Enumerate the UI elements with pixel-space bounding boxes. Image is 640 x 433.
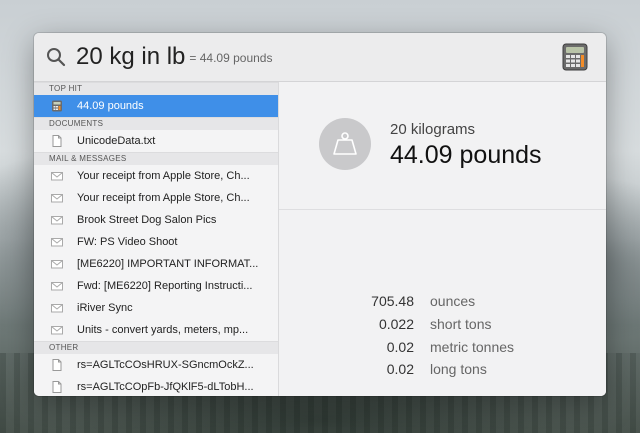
result-row-top-hit[interactable]: 44.09 pounds	[34, 95, 278, 117]
results-sidebar: TOP HIT 44.09 pounds DOCUMENTS UnicodeDa…	[34, 82, 279, 396]
result-row-mail[interactable]: Your receipt from Apple Store, Ch...	[34, 165, 278, 187]
result-row-label: Brook Street Dog Salon Pics	[77, 214, 217, 226]
envelope-icon	[51, 238, 63, 247]
result-row-mail[interactable]: FW: PS Video Shoot	[34, 231, 278, 253]
result-row-document[interactable]: UnicodeData.txt	[34, 130, 278, 152]
envelope-icon	[51, 260, 63, 269]
result-row-other[interactable]: rs=AGLTcCOpFb-JfQKlF5-dLTobH...	[34, 376, 278, 396]
document-icon	[52, 135, 62, 147]
envelope-icon	[51, 216, 63, 225]
preview-divider	[279, 209, 606, 210]
conversion-result: 44.09 pounds	[390, 141, 542, 169]
result-row-label: UnicodeData.txt	[77, 135, 156, 147]
section-header-top-hit: TOP HIT	[34, 82, 278, 95]
preview-pane: 20 kilograms 44.09 pounds 705.48 ounces …	[279, 82, 606, 396]
envelope-icon	[51, 194, 63, 203]
envelope-icon	[51, 282, 63, 291]
result-row-label: [ME6220] IMPORTANT INFORMAT...	[77, 258, 259, 270]
result-row-label: FW: PS Video Shoot	[77, 236, 178, 248]
conversion-row: 0.022 short tons	[279, 316, 606, 338]
conversion-unit: ounces	[430, 293, 476, 309]
conversion-row: 705.48 ounces	[279, 293, 606, 315]
calculator-app-icon	[562, 43, 588, 71]
conversion-badge	[319, 118, 371, 170]
result-row-mail[interactable]: iRiver Sync	[34, 297, 278, 319]
result-row-mail[interactable]: Brook Street Dog Salon Pics	[34, 209, 278, 231]
calculator-icon	[52, 100, 62, 112]
document-icon	[52, 381, 62, 393]
conversion-value: 0.02	[386, 339, 414, 355]
section-header-mail: MAIL & MESSAGES	[34, 152, 278, 165]
search-query-text: 20 kg in lb	[76, 43, 186, 70]
conversion-unit: metric tonnes	[430, 339, 515, 355]
section-header-other: OTHER	[34, 341, 278, 354]
conversion-input-label: 20 kilograms	[390, 121, 476, 138]
spotlight-window: 20 kg in lb = 44.09 pounds TOP HIT 44.09 …	[34, 33, 606, 396]
result-row-label: Your receipt from Apple Store, Ch...	[77, 192, 250, 204]
result-row-label: rs=AGLTcCOsHRUX-SGncmOckZ...	[77, 359, 254, 371]
conversion-row: 0.02 metric tonnes	[279, 339, 606, 361]
document-icon	[52, 359, 62, 371]
inline-result-hint: = 44.09 pounds	[189, 50, 273, 65]
conversion-row: 0.02 long tons	[279, 361, 606, 383]
result-row-label: Fwd: [ME6220] Reporting Instructi...	[77, 280, 253, 292]
search-icon	[47, 48, 66, 67]
search-bar[interactable]: 20 kg in lb = 44.09 pounds	[34, 33, 606, 82]
conversion-unit: short tons	[430, 316, 492, 332]
result-row-label: 44.09 pounds	[77, 100, 144, 112]
result-row-label: Units - convert yards, meters, mp...	[77, 324, 249, 336]
envelope-icon	[51, 326, 63, 335]
conversion-unit: long tons	[430, 361, 487, 377]
result-row-mail[interactable]: [ME6220] IMPORTANT INFORMAT...	[34, 253, 278, 275]
search-input[interactable]: 20 kg in lb = 44.09 pounds	[76, 41, 272, 74]
section-header-documents: DOCUMENTS	[34, 117, 278, 130]
result-row-label: iRiver Sync	[77, 302, 133, 314]
scale-icon	[333, 132, 357, 155]
result-row-label: rs=AGLTcCOpFb-JfQKlF5-dLTobH...	[77, 381, 254, 393]
conversion-value: 705.48	[371, 293, 414, 309]
envelope-icon	[51, 172, 63, 181]
result-row-mail[interactable]: Fwd: [ME6220] Reporting Instructi...	[34, 275, 278, 297]
conversion-value: 0.022	[378, 316, 414, 332]
result-row-label: Your receipt from Apple Store, Ch...	[77, 170, 250, 182]
result-row-mail[interactable]: Units - convert yards, meters, mp...	[34, 319, 278, 341]
result-row-mail[interactable]: Your receipt from Apple Store, Ch...	[34, 187, 278, 209]
envelope-icon	[51, 304, 63, 313]
conversion-value: 0.02	[386, 361, 414, 377]
result-row-other[interactable]: rs=AGLTcCOsHRUX-SGncmOckZ...	[34, 354, 278, 376]
